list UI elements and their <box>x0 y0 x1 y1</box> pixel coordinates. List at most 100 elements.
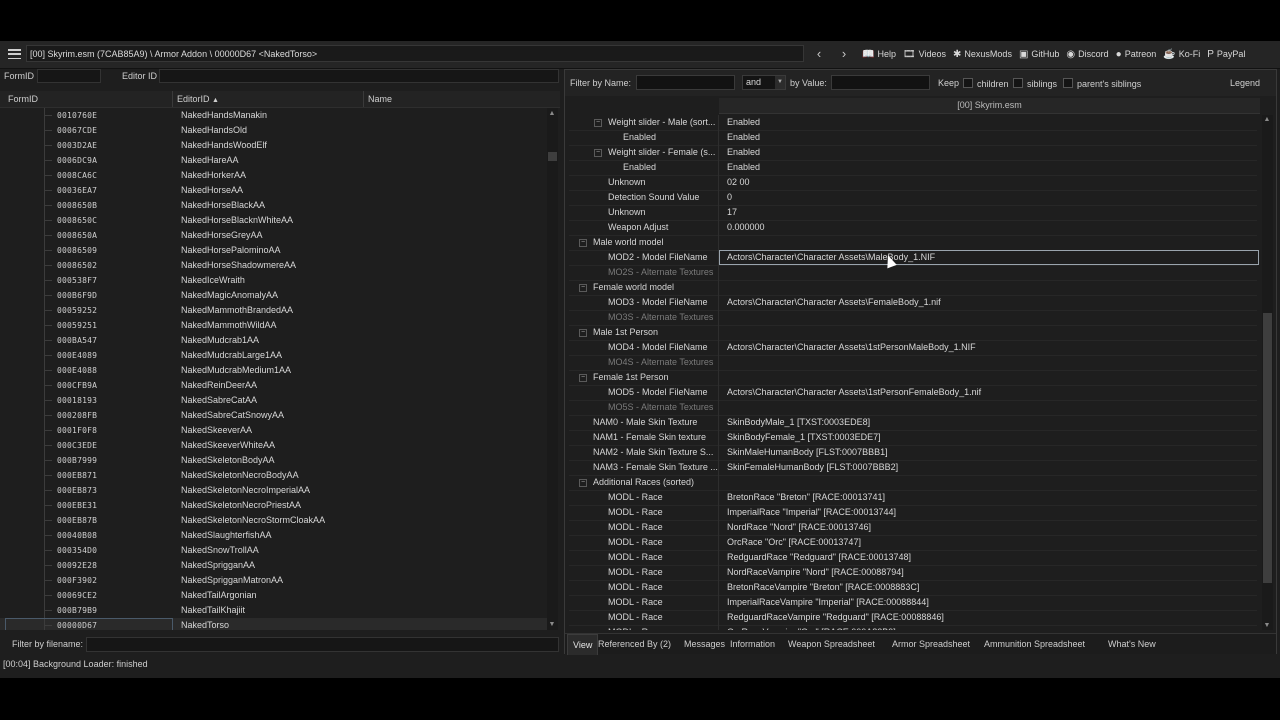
table-row[interactable]: 000EB873 NakedSkeletonNecroImperialAA <box>0 483 547 498</box>
scroll-down-icon[interactable]: ▼ <box>547 621 557 628</box>
field-value[interactable]: 0 <box>727 190 732 205</box>
link-ko-fi[interactable]: ☕ Ko-Fi <box>1163 49 1200 60</box>
table-row[interactable]: 00086502 NakedHorseShadowmereAA <box>0 258 547 273</box>
siblings-checkbox[interactable]: siblings <box>1013 78 1057 89</box>
field-row[interactable]: MO3S - Alternate Textures <box>569 310 1257 326</box>
scroll-thumb[interactable] <box>548 152 557 161</box>
table-row[interactable]: 0001F0F8 NakedSkeeverAA <box>0 423 547 438</box>
field-row[interactable]: MOD4 - Model FileName Actors\Character\Ch… <box>569 340 1257 356</box>
table-row[interactable]: 0010760E NakedHandsManakin <box>0 108 547 123</box>
link-paypal[interactable]: P PayPal <box>1207 49 1245 60</box>
field-value[interactable]: Enabled <box>727 130 760 145</box>
field-row[interactable]: MODL - Race OrcRace "Orc" [RACE:00013747] <box>569 535 1257 551</box>
tab-what-s-new[interactable]: What's New <box>1103 634 1161 654</box>
table-row[interactable]: 000C3EDE NakedSkeeverWhiteAA <box>0 438 547 453</box>
field-row[interactable]: − Weight slider - Male (sort... Enabled <box>569 115 1257 131</box>
field-row[interactable]: Enabled Enabled <box>569 130 1257 146</box>
field-value[interactable]: SkinBodyMale_1 [TXST:0003EDE8] <box>727 415 870 430</box>
tab-messages[interactable]: Messages <box>679 634 730 654</box>
table-row-selected[interactable]: 00000D67 NakedTorso <box>0 618 547 630</box>
field-value[interactable]: Enabled <box>727 145 760 160</box>
column-name[interactable]: Name <box>364 91 560 107</box>
field-row[interactable]: NAM0 - Male Skin Texture SkinBodyMale_1 [… <box>569 415 1257 431</box>
field-row[interactable]: − Weight slider - Female (s... Enabled <box>569 145 1257 161</box>
table-row[interactable]: 0003D2AE NakedHandsWoodElf <box>0 138 547 153</box>
field-row[interactable]: MODL - Race BretonRaceVampire "Breton" [R… <box>569 580 1257 596</box>
field-row[interactable]: MODL - Race BretonRace "Breton" [RACE:000… <box>569 490 1257 506</box>
field-value[interactable]: BretonRaceVampire "Breton" [RACE:0008883… <box>727 580 919 595</box>
tab-weapon-spreadsheet[interactable]: Weapon Spreadsheet <box>783 634 880 654</box>
link-patreon[interactable]: ● Patreon <box>1116 49 1157 60</box>
field-row[interactable]: NAM2 - Male Skin Texture S... SkinMaleHum… <box>569 445 1257 461</box>
tab-referenced-by-2-[interactable]: Referenced By (2) <box>593 634 676 654</box>
collapse-icon[interactable]: − <box>579 479 587 487</box>
field-row[interactable]: MODL - Race ImperialRace "Imperial" [RACE… <box>569 505 1257 521</box>
field-row[interactable]: − Male 1st Person <box>569 325 1257 341</box>
field-value[interactable]: Actors\Character\Character Assets\Female… <box>727 295 941 310</box>
field-row[interactable]: Unknown 17 <box>569 205 1257 221</box>
table-row[interactable]: 00086509 NakedHorsePalominoAA <box>0 243 547 258</box>
scroll-down-icon[interactable]: ▼ <box>1262 622 1272 629</box>
link-help[interactable]: 📖 Help <box>862 49 896 60</box>
scroll-up-icon[interactable]: ▲ <box>547 110 557 117</box>
formid-input[interactable] <box>37 69 101 83</box>
field-row[interactable]: − Male world model <box>569 235 1257 251</box>
scroll-up-icon[interactable]: ▲ <box>1262 116 1272 123</box>
field-value[interactable]: SkinMaleHumanBody [FLST:0007BBB1] <box>727 445 888 460</box>
link-discord[interactable]: ◉ Discord <box>1066 49 1108 60</box>
scroll-thumb[interactable] <box>1263 313 1272 583</box>
table-row[interactable]: 000208FB NakedSabreCatSnowyAA <box>0 408 547 423</box>
field-value[interactable]: 17 <box>727 205 737 220</box>
link-github[interactable]: ▣ GitHub <box>1019 49 1059 60</box>
field-value[interactable]: 0.000000 <box>727 220 765 235</box>
collapse-icon[interactable]: − <box>579 284 587 292</box>
back-arrow-icon[interactable]: ‹ <box>811 45 827 63</box>
field-value[interactable]: OrcRace "Orc" [RACE:00013747] <box>727 535 861 550</box>
field-value[interactable]: Actors\Character\Character Assets\1stPer… <box>727 385 981 400</box>
and-select[interactable]: and ▼ <box>742 75 786 90</box>
collapse-icon[interactable]: − <box>594 149 602 157</box>
field-value[interactable]: Actors\Character\Character Assets\MaleBo… <box>727 250 935 265</box>
table-row[interactable]: 000EBE31 NakedSkeletonNecroPriestAA <box>0 498 547 513</box>
field-row[interactable]: − Female world model <box>569 280 1257 296</box>
filter-name-input[interactable] <box>636 75 735 90</box>
table-row[interactable]: 000B79B9 NakedTailKhajiit <box>0 603 547 618</box>
table-row[interactable]: 000E4089 NakedMudcrabLarge1AA <box>0 348 547 363</box>
field-row[interactable]: Weapon Adjust 0.000000 <box>569 220 1257 236</box>
parents-siblings-checkbox[interactable]: parent's siblings <box>1063 78 1141 89</box>
field-value[interactable]: OrcRaceVampire "Orc" [RACE:000A82B9] <box>727 625 896 630</box>
field-value[interactable]: ImperialRaceVampire "Imperial" [RACE:000… <box>727 595 929 610</box>
view-scrollbar[interactable]: ▲ ▼ <box>1262 115 1273 630</box>
record-path[interactable]: [00] Skyrim.esm (7CAB85A9) \ Armor Addon… <box>26 45 804 62</box>
table-row[interactable]: 000B7999 NakedSkeletonBodyAA <box>0 453 547 468</box>
table-row[interactable]: 00059251 NakedMammothWildAA <box>0 318 547 333</box>
children-checkbox[interactable]: children <box>963 78 1009 89</box>
column-editorid[interactable]: EditorID ▲ <box>173 91 364 107</box>
table-row[interactable]: 000EB87B NakedSkeletonNecroStormCloakAA <box>0 513 547 528</box>
table-row[interactable]: 00067CDE NakedHandsOld <box>0 123 547 138</box>
field-value[interactable]: SkinBodyFemale_1 [TXST:0003EDE7] <box>727 430 881 445</box>
table-row[interactable]: 0008650C NakedHorseBlacknWhiteAA <box>0 213 547 228</box>
table-row[interactable]: 000B6F9D NakedMagicAnomalyAA <box>0 288 547 303</box>
collapse-icon[interactable]: − <box>579 239 587 247</box>
field-row[interactable]: MODL - Race NordRaceVampire "Nord" [RACE:… <box>569 565 1257 581</box>
table-row[interactable]: 00018193 NakedSabreCatAA <box>0 393 547 408</box>
table-row[interactable]: 000EB871 NakedSkeletonNecroBodyAA <box>0 468 547 483</box>
tab-ammunition-spreadsheet[interactable]: Ammunition Spreadsheet <box>979 634 1090 654</box>
table-row[interactable]: 000354D0 NakedSnowTrollAA <box>0 543 547 558</box>
field-row[interactable]: Detection Sound Value 0 <box>569 190 1257 206</box>
field-row[interactable]: − Additional Races (sorted) <box>569 475 1257 491</box>
list-scrollbar[interactable]: ▲ ▼ <box>547 108 558 630</box>
tab-armor-spreadsheet[interactable]: Armor Spreadsheet <box>887 634 975 654</box>
table-row[interactable]: 00036EA7 NakedHorseAA <box>0 183 547 198</box>
table-row[interactable]: 0008650B NakedHorseBlackAA <box>0 198 547 213</box>
field-value[interactable]: SkinFemaleHumanBody [FLST:0007BBB2] <box>727 460 898 475</box>
field-value[interactable]: NordRace "Nord" [RACE:00013746] <box>727 520 871 535</box>
table-row[interactable]: 0008CA6C NakedHorkerAA <box>0 168 547 183</box>
field-value[interactable]: 02 00 <box>727 175 750 190</box>
field-row[interactable]: MODL - Race RedguardRaceVampire "Redguard… <box>569 610 1257 626</box>
table-row[interactable]: 00059252 NakedMammothBrandedAA <box>0 303 547 318</box>
link-videos[interactable]: 🎞 Videos <box>903 49 946 60</box>
field-row[interactable]: MODL - Race RedguardRace "Redguard" [RACE… <box>569 550 1257 566</box>
table-row[interactable]: 00040B08 NakedSlaughterfishAA <box>0 528 547 543</box>
